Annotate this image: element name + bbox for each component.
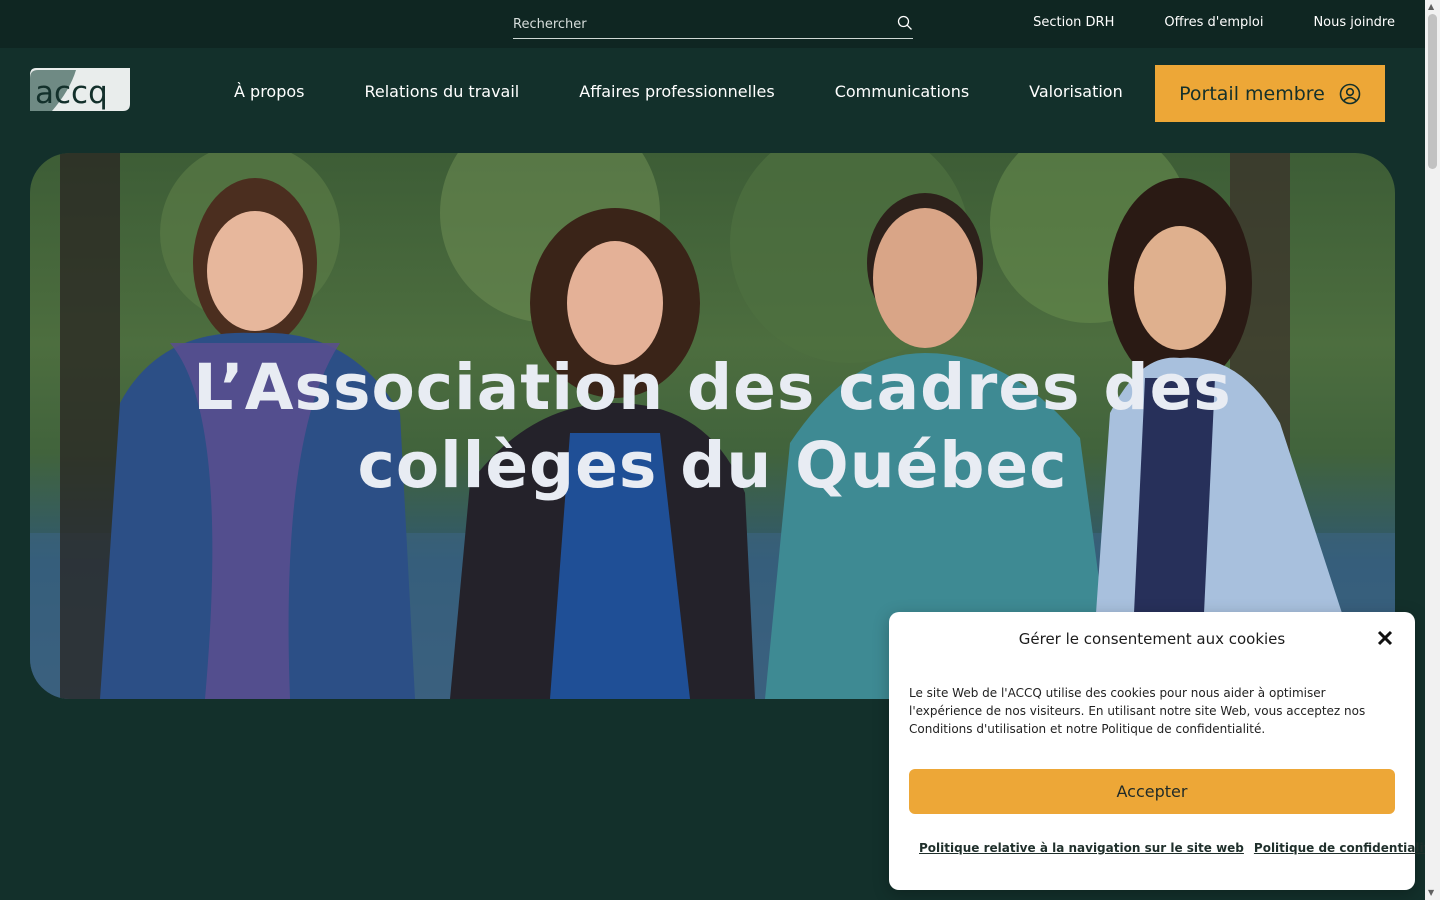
- cookie-policy-links: Politique relative à la navigation sur l…: [919, 841, 1438, 855]
- accept-cookies-button[interactable]: Accepter: [909, 769, 1395, 814]
- navigation-policy-link[interactable]: Politique relative à la navigation sur l…: [919, 841, 1244, 855]
- nav-item-relations-travail[interactable]: Relations du travail: [364, 82, 519, 101]
- nav-item-communications[interactable]: Communications: [835, 82, 969, 101]
- nav-item-affaires-professionnelles[interactable]: Affaires professionnelles: [579, 82, 774, 101]
- scrollbar-thumb[interactable]: [1428, 14, 1437, 169]
- accq-logo[interactable]: accq: [30, 68, 130, 111]
- scroll-up-arrow-icon[interactable]: ▲: [1428, 3, 1434, 11]
- utility-links: Section DRH Offres d'emploi Nous joindre: [1033, 15, 1395, 30]
- scroll-down-arrow-icon[interactable]: ▼: [1428, 889, 1434, 897]
- page-scrollbar[interactable]: ▲ ▼: [1425, 0, 1440, 900]
- nav-item-valorisation[interactable]: Valorisation: [1029, 82, 1123, 101]
- search-icon[interactable]: [897, 15, 913, 31]
- hero-title: L’Association des cadres des collèges du…: [30, 349, 1395, 505]
- link-section-drh[interactable]: Section DRH: [1033, 15, 1114, 30]
- link-nous-joindre[interactable]: Nous joindre: [1313, 15, 1395, 30]
- cookie-dialog-title: Gérer le consentement aux cookies: [1018, 630, 1286, 648]
- cookie-consent-dialog: Gérer le consentement aux cookies Le sit…: [889, 612, 1438, 890]
- nav-item-a-propos[interactable]: À propos: [234, 82, 304, 101]
- hero-title-line-2: collèges du Québec: [357, 429, 1068, 502]
- search-box: [513, 10, 913, 39]
- privacy-policy-link[interactable]: Politique de confidentialité: [1254, 841, 1438, 855]
- logo-text: accq: [35, 75, 108, 111]
- close-icon[interactable]: [1377, 630, 1393, 646]
- main-nav: À propos Relations du travail Affaires p…: [234, 82, 1123, 101]
- search-input[interactable]: [513, 14, 883, 34]
- hero-title-line-1: L’Association des cadres des: [193, 351, 1232, 424]
- user-circle-icon: [1339, 83, 1361, 104]
- portal-member-button[interactable]: Portail membre: [1155, 65, 1385, 122]
- link-offres-emploi[interactable]: Offres d'emploi: [1164, 15, 1263, 30]
- portal-member-label: Portail membre: [1179, 82, 1325, 105]
- cookie-dialog-text: Le site Web de l'ACCQ utilise des cookie…: [909, 686, 1366, 736]
- utility-bar: Section DRH Offres d'emploi Nous joindre: [0, 0, 1425, 48]
